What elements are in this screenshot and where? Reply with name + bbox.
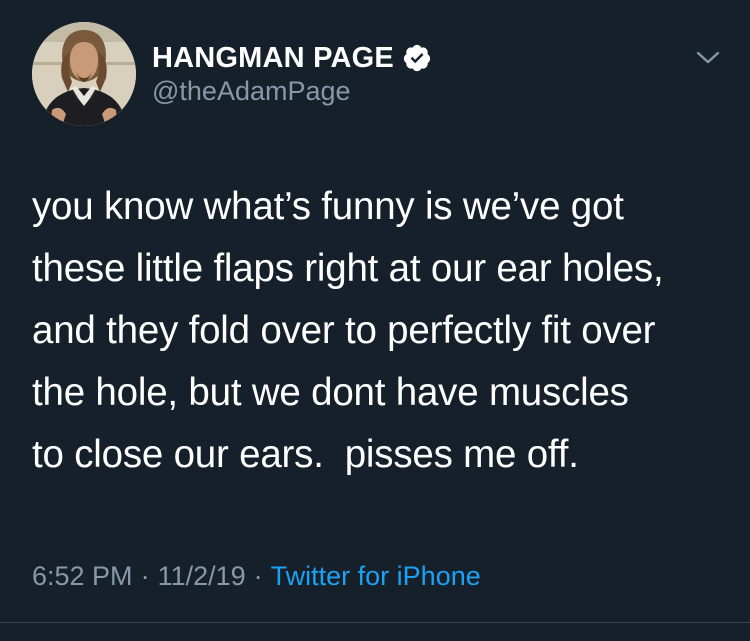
tweet-card: HANGMAN PAGE @theAdamPage you know what’… [0,0,750,641]
tweet-time[interactable]: 6:52 PM [32,561,133,592]
meta-separator: · [140,560,150,591]
verified-badge-icon [402,43,432,73]
avatar[interactable] [32,22,136,126]
author-name-row[interactable]: HANGMAN PAGE [152,38,432,78]
meta-separator: · [253,560,263,591]
tweet-metadata: 6:52 PM · 11/2/19 · Twitter for iPhone [32,556,481,596]
avatar-image [32,22,136,126]
tweet-date[interactable]: 11/2/19 [158,561,246,592]
divider [0,622,750,623]
tweet-source-link[interactable]: Twitter for iPhone [271,561,481,592]
author-handle[interactable]: @theAdamPage [152,76,351,107]
chevron-down-icon[interactable] [694,48,722,68]
tweet-text: you know what’s funny is we’ve got these… [32,185,664,476]
display-name[interactable]: HANGMAN PAGE [152,42,394,75]
